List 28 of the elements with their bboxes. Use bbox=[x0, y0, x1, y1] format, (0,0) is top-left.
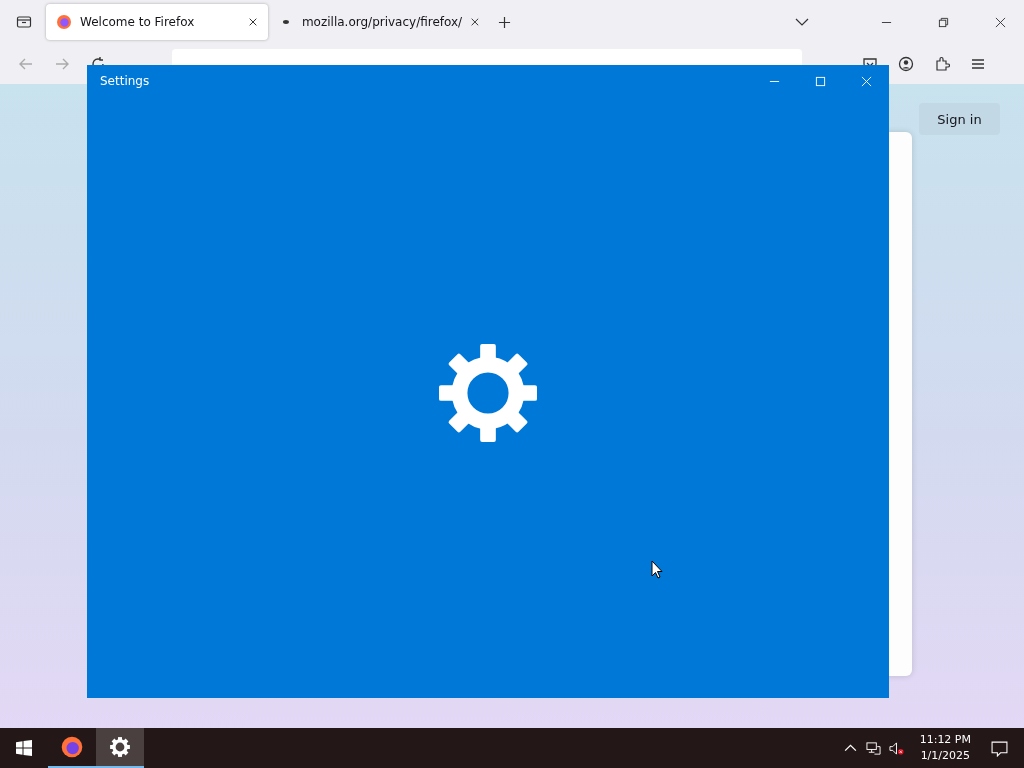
maximize-icon[interactable] bbox=[815, 75, 826, 87]
window-title: Settings bbox=[100, 74, 150, 88]
close-icon[interactable] bbox=[470, 17, 480, 27]
time-text: 11:12 PM bbox=[919, 732, 971, 748]
taskbar-app[interactable] bbox=[96, 728, 144, 768]
clock[interactable]: 11:12 PM 1/1/2025 bbox=[911, 732, 979, 764]
mouse-cursor-icon bbox=[651, 560, 663, 579]
tab-list-icon[interactable] bbox=[16, 14, 32, 30]
browser-tab[interactable]: Welcome to Firefox bbox=[46, 4, 268, 40]
windows-start-icon[interactable] bbox=[16, 740, 32, 756]
extensions-icon[interactable] bbox=[934, 56, 950, 72]
browser-tab[interactable]: mozilla.org/privacy/firefox/ bbox=[268, 4, 490, 40]
new-tab-icon[interactable] bbox=[498, 15, 511, 29]
account-icon[interactable] bbox=[898, 56, 914, 72]
firefox-icon bbox=[56, 14, 72, 30]
menu-icon[interactable] bbox=[970, 56, 986, 72]
sign-in-button[interactable]: Sign in bbox=[919, 103, 1000, 135]
network-icon[interactable] bbox=[865, 740, 881, 756]
speaker-muted-icon[interactable] bbox=[888, 740, 904, 756]
gear-icon bbox=[109, 736, 131, 758]
restore-icon[interactable] bbox=[938, 16, 949, 28]
date-text: 1/1/2025 bbox=[920, 748, 971, 764]
close-icon[interactable] bbox=[995, 16, 1006, 28]
dot-icon bbox=[283, 20, 289, 24]
gear-icon bbox=[439, 344, 537, 442]
notification-icon[interactable] bbox=[991, 739, 1008, 757]
firefox-icon bbox=[61, 736, 83, 758]
close-icon[interactable] bbox=[248, 17, 258, 27]
